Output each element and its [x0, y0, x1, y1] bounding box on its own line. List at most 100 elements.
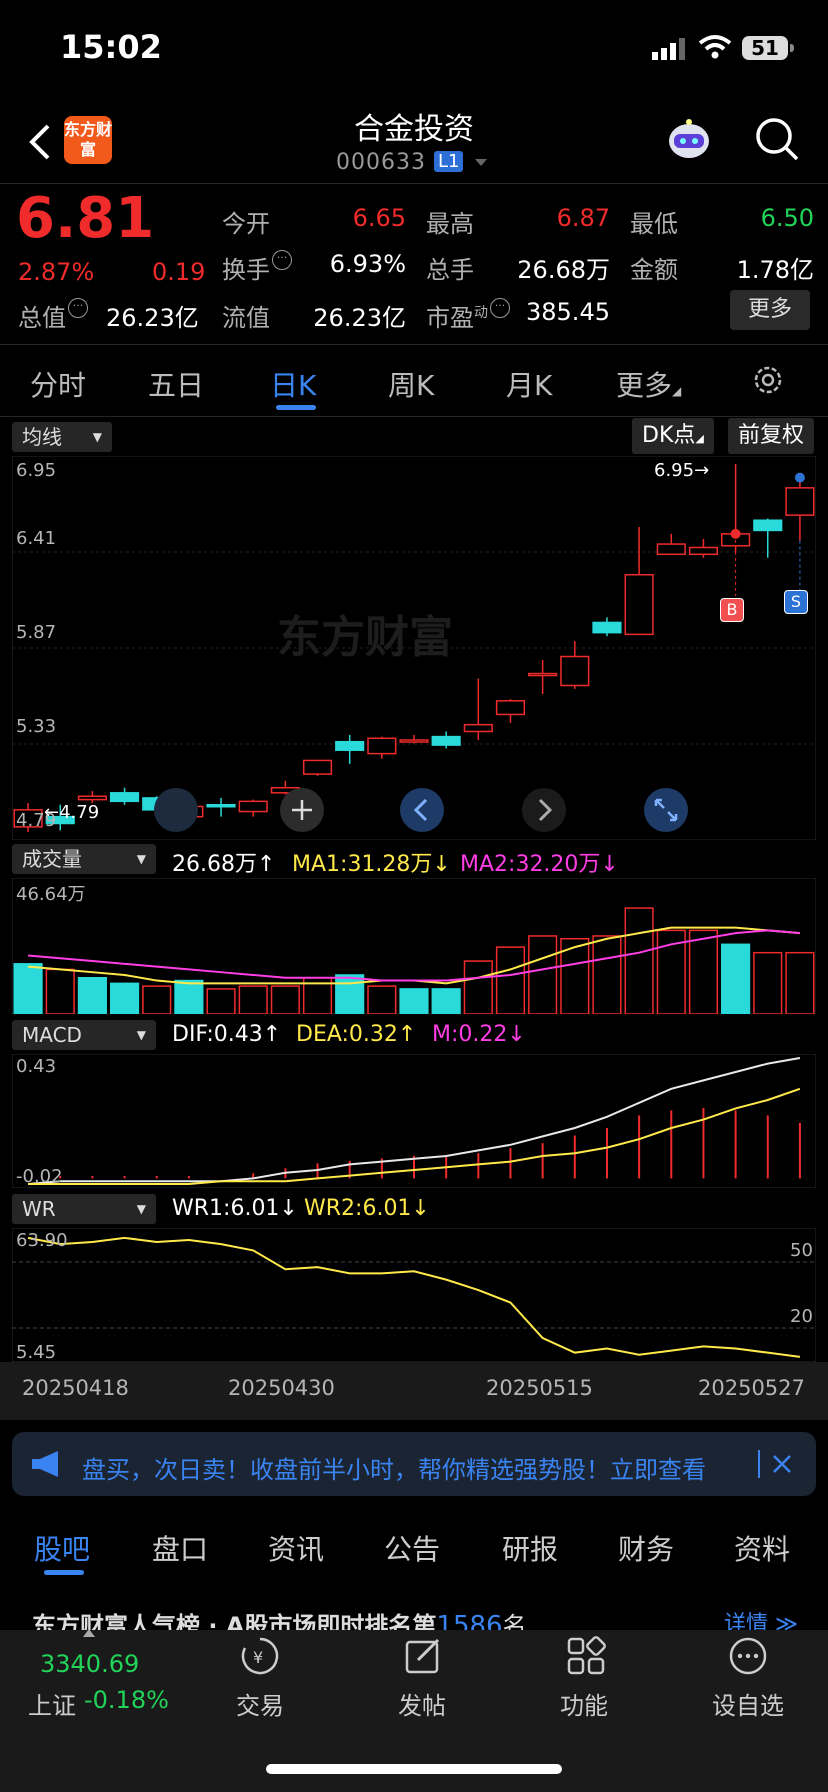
- dock-watchlist[interactable]: 设自选: [688, 1686, 808, 1721]
- volume-bar: [721, 943, 751, 1014]
- candle-body: [302, 759, 333, 775]
- volume-bar: [399, 988, 429, 1014]
- watchlist-icon[interactable]: [728, 1636, 768, 1676]
- volume-bar: [463, 960, 493, 1014]
- close-icon[interactable]: [772, 1454, 792, 1474]
- info-icon[interactable]: ···: [68, 298, 88, 318]
- change-percent: 2.87%: [18, 258, 95, 286]
- volume-bar: [270, 985, 300, 1014]
- date-label-1: 20250430: [228, 1376, 335, 1400]
- macd-chart[interactable]: [12, 1054, 816, 1188]
- candle-body: [367, 737, 397, 755]
- pe-value: 385.45: [526, 298, 610, 326]
- float-label: 流值: [222, 304, 270, 332]
- volume-bar: [335, 974, 365, 1014]
- fullscreen-icon[interactable]: [642, 786, 690, 834]
- tab-pankou[interactable]: 盘口: [152, 1528, 208, 1568]
- zoom-in-icon[interactable]: [278, 786, 326, 834]
- status-time: 15:02: [60, 28, 162, 66]
- more-button[interactable]: 更多: [730, 290, 810, 330]
- post-icon[interactable]: [404, 1636, 444, 1676]
- volume-indicator-selector[interactable]: 成交量 ▼: [12, 844, 156, 874]
- tab-daily-k[interactable]: 日K: [270, 364, 316, 404]
- scroll-right-icon[interactable]: [520, 786, 568, 834]
- zoom-out-button[interactable]: [154, 788, 198, 832]
- macd-indicator-selector[interactable]: MACD ▼: [12, 1020, 156, 1050]
- turnover-value: 6.93%: [329, 250, 406, 278]
- wr-indicator-selector[interactable]: WR ▼: [12, 1194, 156, 1224]
- candle-body: [688, 546, 719, 556]
- volume-bar: [238, 985, 268, 1014]
- tab-research[interactable]: 研报: [502, 1528, 558, 1568]
- ma-selector[interactable]: 均线 ▼: [12, 422, 112, 452]
- wr-chart[interactable]: [12, 1228, 816, 1362]
- info-icon[interactable]: ···: [490, 298, 510, 318]
- float-value: 26.23亿: [313, 304, 406, 332]
- dock-trade[interactable]: 交易: [200, 1686, 320, 1721]
- amount-value: 1.78亿: [736, 256, 814, 284]
- candle-body: [592, 621, 622, 634]
- turnover-label: 换手 ···: [222, 250, 292, 285]
- candle-body: [560, 655, 590, 687]
- volume-bar: [13, 963, 43, 1014]
- dock-functions[interactable]: 功能: [524, 1686, 644, 1721]
- tab-five-day[interactable]: 五日: [148, 364, 204, 404]
- battery-icon: 51: [742, 36, 794, 60]
- wr-50-label: 50: [790, 1240, 813, 1261]
- tab-intraday[interactable]: 分时: [30, 364, 86, 404]
- open-label: 今开: [222, 210, 270, 238]
- volume-bar: [431, 988, 461, 1014]
- candle-body: [109, 792, 140, 803]
- y-label-3: 5.33: [16, 716, 57, 737]
- caret-down-icon[interactable]: [474, 158, 488, 168]
- caret-up-icon[interactable]: [82, 1628, 96, 1638]
- volume-label: 总手: [426, 256, 474, 284]
- index-value[interactable]: 3340.69: [40, 1650, 139, 1678]
- volume-bar: [753, 951, 783, 1014]
- candlestick-chart[interactable]: 东方财富: [12, 456, 816, 840]
- megaphone-icon: [32, 1451, 58, 1477]
- tab-profile[interactable]: 资料: [734, 1528, 790, 1568]
- date-label-3: 20250527: [698, 1376, 805, 1400]
- tab-monthly-k[interactable]: 月K: [506, 364, 552, 404]
- volume-bar: [174, 979, 204, 1014]
- candle-body: [624, 573, 654, 636]
- trade-icon[interactable]: ¥: [240, 1636, 280, 1676]
- banner-text[interactable]: 盘买，次日卖！收盘前半小时，帮你精选强势股！立即查看: [82, 1450, 706, 1485]
- macd-m: M:0.22↓: [432, 1022, 526, 1047]
- macd-dif: DIF:0.43↑: [172, 1022, 282, 1047]
- forward-adjust-button[interactable]: 前复权: [728, 418, 815, 454]
- functions-icon[interactable]: [566, 1636, 606, 1676]
- y-label-0: 6.95: [16, 460, 57, 481]
- dk-points-button[interactable]: DK点◢: [632, 418, 714, 454]
- volume-max-label: 46.64万: [16, 884, 86, 905]
- volume-value: 26.68万: [517, 256, 610, 284]
- buy-marker[interactable]: B: [720, 598, 744, 622]
- macd-bottom-label: -0.02: [16, 1166, 63, 1187]
- level-badge[interactable]: L1: [434, 151, 464, 172]
- tab-weekly-k[interactable]: 周K: [388, 364, 434, 404]
- dock-post[interactable]: 发帖: [362, 1686, 482, 1721]
- tab-guba[interactable]: 股吧: [34, 1528, 90, 1568]
- tab-announcements[interactable]: 公告: [384, 1528, 440, 1568]
- tab-news[interactable]: 资讯: [268, 1528, 324, 1568]
- index-change[interactable]: -0.18%: [84, 1686, 169, 1714]
- wr-bottom-label: 5.45: [16, 1342, 57, 1363]
- index-name[interactable]: 上证: [28, 1686, 76, 1721]
- amount-label: 金额: [630, 256, 678, 284]
- tab-finance[interactable]: 财务: [618, 1528, 674, 1568]
- settings-gear-icon[interactable]: [752, 364, 784, 396]
- volume-chart[interactable]: [12, 878, 816, 1014]
- wr2-value: WR2:6.01↓: [304, 1196, 430, 1221]
- robot-assistant-icon[interactable]: [664, 114, 714, 164]
- svg-text:¥: ¥: [253, 1648, 263, 1667]
- wr-20-label: 20: [790, 1306, 813, 1327]
- scroll-left-icon[interactable]: [398, 786, 446, 834]
- volume-bar: [206, 988, 236, 1014]
- tab-more[interactable]: 更多◢: [616, 364, 681, 404]
- candle-body: [335, 740, 365, 751]
- volume-bar: [142, 985, 172, 1014]
- volume-ma2: MA2:32.20万↓: [460, 852, 619, 877]
- search-icon[interactable]: [754, 116, 800, 162]
- sell-marker[interactable]: S: [784, 590, 808, 614]
